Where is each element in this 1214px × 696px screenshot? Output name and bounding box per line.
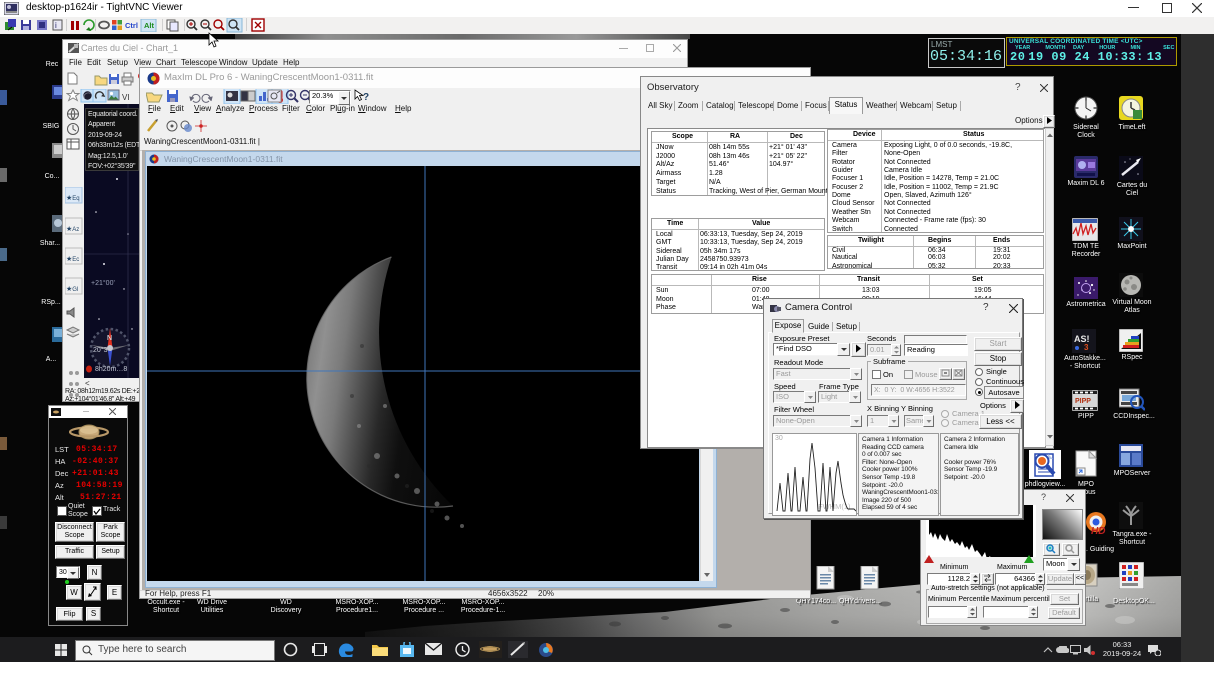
svg-text:★Az: ★Az <box>66 225 79 233</box>
svg-text:3: 3 <box>1084 343 1089 352</box>
svg-text:N: N <box>107 335 112 342</box>
svg-text:i: i <box>55 21 57 30</box>
svg-text:★Ec: ★Ec <box>66 255 79 263</box>
svg-text:PIPP: PIPP <box>1075 398 1091 405</box>
svg-text:★Eq: ★Eq <box>66 194 80 202</box>
svg-text:VI: VI <box>122 93 130 102</box>
svg-text:?: ? <box>363 92 369 103</box>
svg-text:Alt: Alt <box>144 21 155 30</box>
svg-text:Ctrl: Ctrl <box>125 21 138 30</box>
svg-text:★Gl: ★Gl <box>66 285 78 293</box>
